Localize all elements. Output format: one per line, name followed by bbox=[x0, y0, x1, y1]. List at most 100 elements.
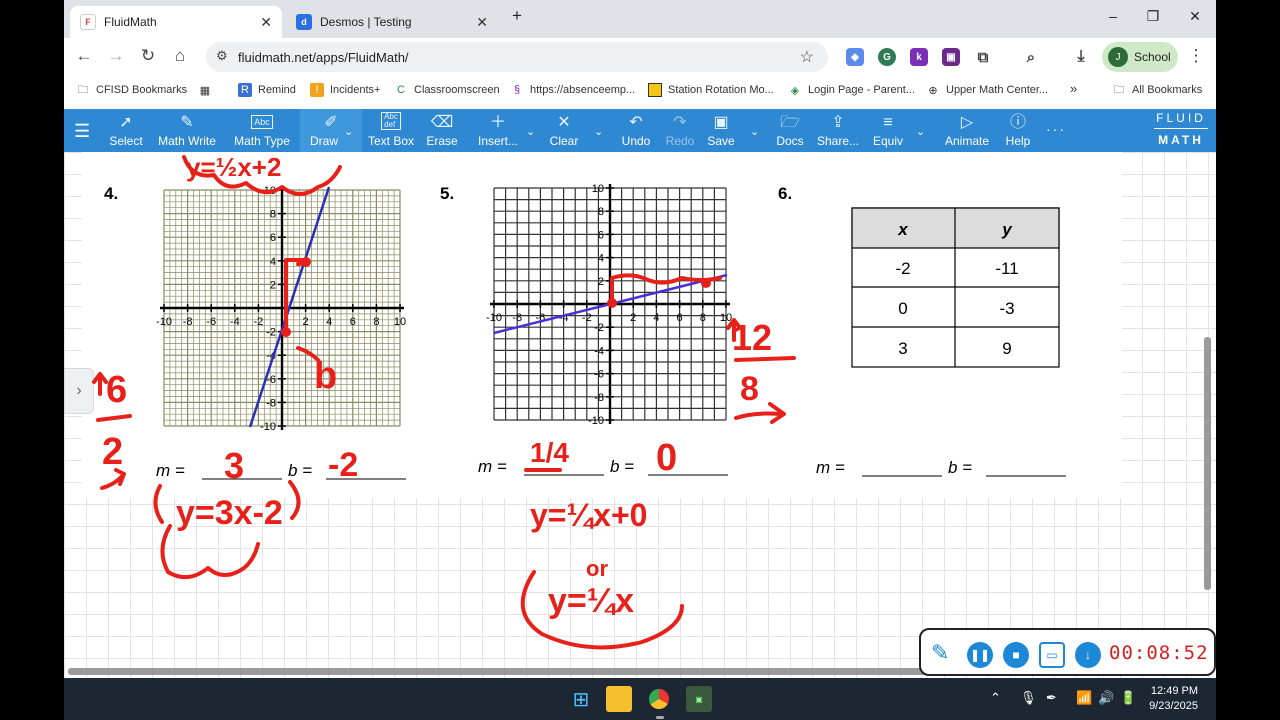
extension-k-icon[interactable]: k bbox=[910, 48, 928, 66]
stop-icon[interactable]: ■ bbox=[1003, 642, 1029, 668]
tool-text-box[interactable]: Abc def Text Box bbox=[364, 109, 418, 152]
ink-m-answer-5: 1/4 bbox=[530, 437, 569, 468]
clock-time: 12:49 PM bbox=[1150, 685, 1198, 697]
tool-equiv[interactable]: ≡ Equiv bbox=[868, 109, 908, 152]
app-icon[interactable]: ▣ bbox=[686, 686, 712, 712]
menu-kebab-icon[interactable]: ⋮ bbox=[1184, 46, 1208, 66]
window-icon[interactable]: ▭ bbox=[1039, 642, 1065, 668]
bookmark-station-rotation[interactable]: Station Rotation Mo... bbox=[648, 83, 774, 97]
pen-tray-icon[interactable]: ✒ bbox=[1046, 690, 1057, 706]
tray-overflow-chevron-icon[interactable]: ⌃ bbox=[990, 690, 1001, 706]
bookmark-cfisd[interactable]: 🗀 CFISD Bookmarks bbox=[76, 83, 188, 97]
tool-animate[interactable]: ▷ Animate bbox=[942, 109, 992, 152]
folder-open-icon: 🗁 bbox=[780, 114, 800, 131]
tool-math-type[interactable]: Abc Math Type bbox=[230, 109, 294, 152]
tool-share[interactable]: ⇪ Share... bbox=[816, 109, 860, 152]
tool-math-write[interactable]: ✎ Math Write bbox=[154, 109, 220, 152]
file-explorer-icon[interactable] bbox=[606, 686, 632, 712]
download-icon[interactable]: ⤓ bbox=[1072, 48, 1090, 66]
extension-notes-icon[interactable]: ▣ bbox=[942, 48, 960, 66]
tool-clear[interactable]: ✕ Clear bbox=[546, 109, 582, 152]
station-icon bbox=[648, 83, 662, 97]
new-tab-button[interactable]: + bbox=[502, 6, 532, 26]
more-bookmarks-chevron-icon[interactable]: » bbox=[1070, 81, 1077, 96]
tool-redo[interactable]: ↷ Redo bbox=[662, 109, 698, 152]
tool-erase[interactable]: ⌫ Erase bbox=[424, 109, 460, 152]
tool-undo[interactable]: ↶ Undo bbox=[618, 109, 654, 152]
download-circle-icon[interactable]: ↓ bbox=[1075, 642, 1101, 668]
recorder-pen-icon[interactable]: ✎ bbox=[931, 640, 949, 666]
table-header-y: y bbox=[1001, 220, 1013, 239]
drawing-canvas[interactable]: › 4. 5. 6. -10 -10 -8 -8 -6 -6 -4 -4 -2 -2 2 2 4 4 6 6 8… bbox=[64, 152, 1216, 678]
windows-start-icon[interactable]: ⊞ bbox=[568, 686, 594, 712]
x-tick-label: -2 bbox=[582, 312, 592, 324]
tool-help[interactable]: ⓘ Help bbox=[1002, 109, 1034, 152]
tool-label: Redo bbox=[665, 134, 695, 148]
close-window-button[interactable]: ✕ bbox=[1180, 8, 1210, 25]
reload-icon[interactable]: ↻ bbox=[136, 46, 160, 66]
bookmark-classroomscreen[interactable]: C Classroomscreen bbox=[394, 83, 500, 97]
m-label-4: m = bbox=[156, 461, 185, 480]
forward-arrow-icon[interactable]: → bbox=[104, 46, 128, 66]
fluidmath-logo: FLUID MATH bbox=[1154, 111, 1208, 147]
bookmark-apps[interactable]: ▦ bbox=[198, 83, 218, 97]
problem-5-number: 5. bbox=[440, 184, 454, 203]
bookmark-star-icon[interactable]: ☆ bbox=[800, 47, 814, 67]
screen: F FluidMath ✕ d Desmos | Testing ✕ + – ❐… bbox=[0, 0, 1280, 720]
extension-grammarly-icon[interactable]: G bbox=[878, 48, 896, 66]
extensions-puzzle-icon[interactable]: ⧉ bbox=[974, 48, 992, 66]
profile-button[interactable]: J School bbox=[1102, 42, 1178, 72]
extension-diamond-icon[interactable]: ◆ bbox=[846, 48, 864, 66]
bookmark-label: Station Rotation Mo... bbox=[668, 84, 774, 96]
tool-docs[interactable]: 🗁 Docs bbox=[772, 109, 808, 152]
bookmark-remind[interactable]: R Remind bbox=[238, 83, 296, 97]
clear-dropdown-chevron-icon[interactable]: ⌄ bbox=[594, 125, 603, 138]
x-tick-label: -2 bbox=[254, 316, 264, 328]
tool-select[interactable]: ➚ Select bbox=[106, 109, 146, 152]
microphone-icon[interactable]: 🎙 bbox=[1020, 690, 1037, 706]
minimize-button[interactable]: – bbox=[1098, 8, 1128, 24]
tool-insert[interactable]: ＋ Insert... bbox=[476, 109, 520, 152]
restore-button[interactable]: ❐ bbox=[1138, 8, 1168, 25]
tab-close-icon[interactable]: ✕ bbox=[476, 14, 488, 31]
bookmark-upper-math[interactable]: ⊕ Upper Math Center... bbox=[926, 83, 1048, 97]
hamburger-menu-icon[interactable]: ☰ bbox=[74, 121, 90, 142]
address-bar[interactable]: ⚙ fluidmath.net/apps/FluidMath/ ☆ bbox=[206, 42, 828, 72]
tab-close-icon[interactable]: ✕ bbox=[260, 14, 272, 31]
vertical-scrollbar[interactable] bbox=[1204, 337, 1211, 590]
x-tick-label: -10 bbox=[156, 316, 172, 328]
equiv-dropdown-chevron-icon[interactable]: ⌄ bbox=[916, 125, 925, 138]
table-cell: -2 bbox=[895, 259, 910, 278]
all-bookmarks[interactable]: 🗀 All Bookmarks bbox=[1112, 83, 1203, 97]
tab-desmos[interactable]: d Desmos | Testing ✕ bbox=[286, 6, 498, 38]
insert-dropdown-chevron-icon[interactable]: ⌄ bbox=[526, 125, 535, 138]
play-icon: ▷ bbox=[960, 114, 974, 131]
tab-fluidmath[interactable]: F FluidMath ✕ bbox=[70, 6, 282, 38]
home-icon[interactable]: ⌂ bbox=[168, 46, 192, 66]
draw-dropdown-chevron-icon[interactable]: ⌄ bbox=[344, 125, 353, 138]
volume-icon[interactable]: 🔊 bbox=[1098, 690, 1114, 706]
save-dropdown-chevron-icon[interactable]: ⌄ bbox=[750, 125, 759, 138]
ink-or: or bbox=[586, 556, 608, 581]
bookmark-label: Upper Math Center... bbox=[946, 84, 1049, 96]
site-settings-icon[interactable]: ⚙ bbox=[216, 48, 228, 64]
x-tick-label: 4 bbox=[326, 316, 332, 328]
more-tools-ellipsis-icon[interactable]: ··· bbox=[1046, 121, 1066, 137]
search-tabs-icon[interactable]: ⌕ bbox=[1022, 48, 1040, 66]
bookmark-absence[interactable]: § https://absenceemp... bbox=[510, 83, 635, 97]
bookmark-login[interactable]: ◈ Login Page - Parent... bbox=[788, 83, 915, 97]
tool-save[interactable]: ▣ Save bbox=[704, 109, 738, 152]
bookmark-incidents[interactable]: ! Incidents+ bbox=[310, 83, 380, 97]
ink-rise-12: 12 bbox=[732, 317, 772, 358]
wifi-icon[interactable]: 📶 bbox=[1076, 690, 1092, 706]
system-clock[interactable]: 12:49 PM 9/23/2025 bbox=[1149, 684, 1198, 714]
share-icon: ⇪ bbox=[831, 114, 845, 131]
ink-equation-5: y=¼x+0 bbox=[530, 497, 647, 533]
pause-icon[interactable]: ❚❚ bbox=[967, 642, 993, 668]
ink-equation-5-alt: y=¼x bbox=[548, 582, 634, 620]
chrome-icon[interactable] bbox=[646, 686, 672, 712]
back-arrow-icon[interactable]: ← bbox=[72, 46, 96, 66]
battery-icon[interactable]: 🔋 bbox=[1120, 690, 1136, 706]
abc-box-icon: Abc bbox=[251, 115, 273, 129]
text-box-icon: Abc def bbox=[381, 112, 401, 130]
